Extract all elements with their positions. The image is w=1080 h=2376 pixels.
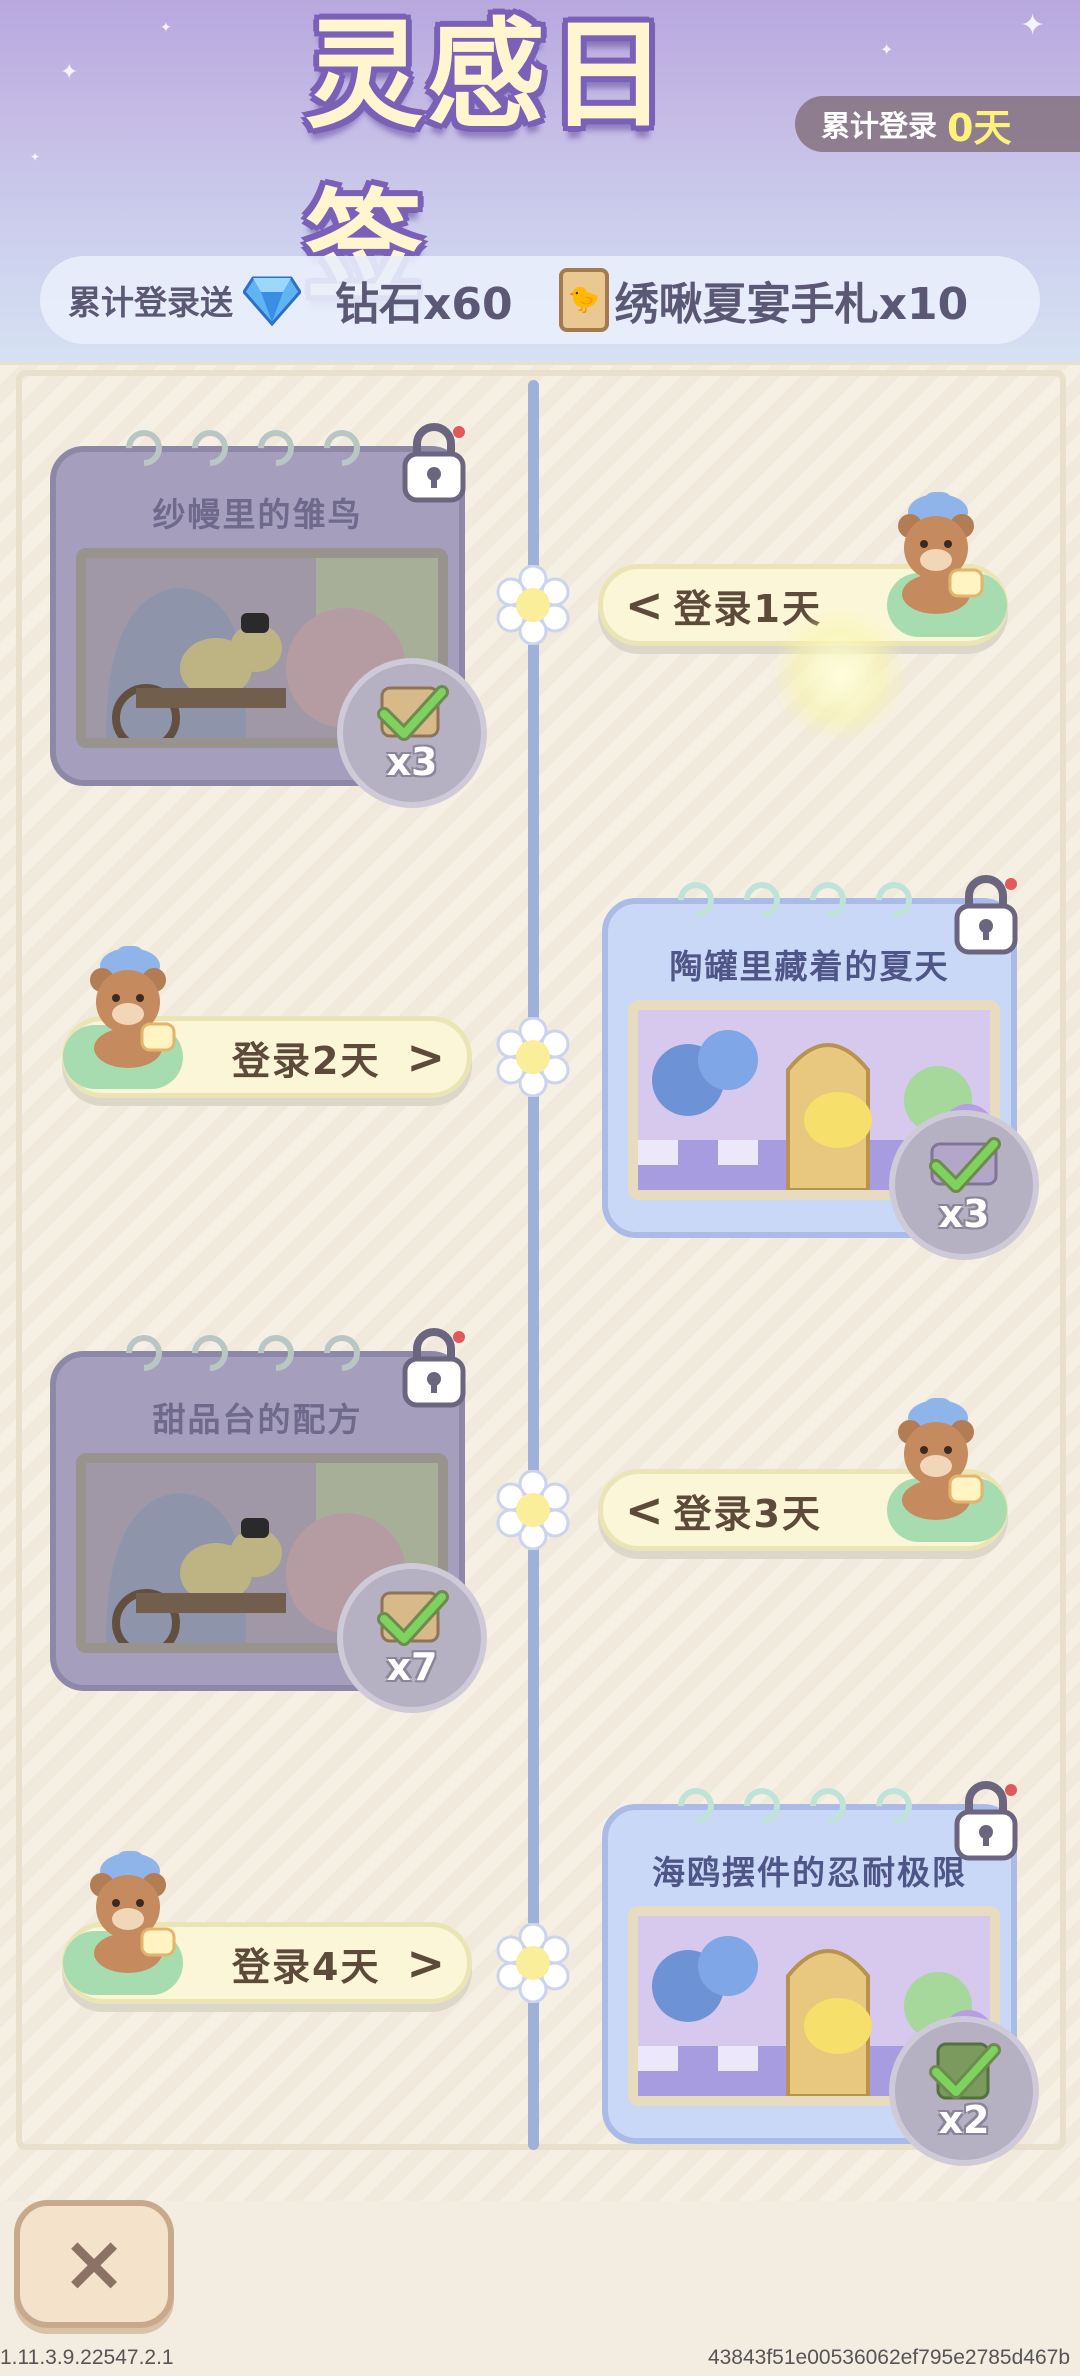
lock-icon: [954, 875, 1018, 955]
day-label: 登录3天: [673, 1491, 822, 1536]
build-hash-text: 43843f51e00536062ef795e2785d467b: [707, 2346, 1070, 2369]
chevron-left-icon: <: [625, 1483, 664, 1537]
reward-badge: x3: [889, 1110, 1039, 1260]
ticket-icon: 🐤: [558, 268, 609, 332]
photo-card-2[interactable]: 陶罐里藏着的夏天 x3: [602, 874, 1039, 1260]
binder-rings: [670, 1780, 920, 1832]
flower-icon: [496, 1017, 570, 1097]
sparkle-icon: ✦: [60, 60, 79, 85]
diamond-icon: [243, 276, 301, 326]
photo-card-1[interactable]: 纱幔里的雏鸟 x3: [50, 422, 487, 808]
binder-rings: [118, 422, 368, 474]
close-button[interactable]: ×: [14, 2200, 174, 2328]
check-icon: [377, 1590, 449, 1646]
bear-icon: [898, 492, 984, 614]
reward-badge: x3: [337, 658, 487, 808]
photo-card-3[interactable]: 甜品台的配方 x7: [50, 1327, 487, 1713]
chevron-left-icon: <: [625, 578, 664, 632]
close-icon: ×: [61, 2219, 127, 2309]
check-icon: [929, 1137, 1001, 1193]
reward-quantity: x3: [386, 740, 438, 784]
sparkle-icon: ✦: [30, 150, 41, 164]
reward-quantity: x7: [386, 1645, 438, 1689]
flower-icon: [496, 1923, 570, 2003]
login-count-label: 累计登录: [821, 109, 938, 143]
lock-icon: [402, 423, 466, 503]
chevron-right-icon: >: [406, 1936, 445, 1990]
bear-icon: [898, 1398, 984, 1520]
cumulative-reward-bar: 累计登录送 钻石x60 🐤 绣啾夏宴手札x10: [40, 256, 1040, 344]
check-icon: [377, 685, 449, 741]
sparkle-glow: [770, 610, 910, 740]
header-banner: ✦ ✦ ✦ ✦ ✦ ✦ 灵感日签 累计登录 0天 累计登录送 钻石x60 🐤 绣…: [0, 0, 1080, 362]
binder-rings: [670, 874, 920, 926]
sparkle-icon: ✦: [160, 20, 172, 36]
timeline-spine: [528, 380, 539, 2150]
page-title: 灵感日签: [305, 6, 672, 315]
reward-intro: 累计登录送: [68, 283, 233, 322]
lock-icon: [402, 1328, 466, 1408]
reward-ticket: 绣啾夏宴手札x10: [614, 279, 969, 330]
photo-card-4[interactable]: 海鸥摆件的忍耐极限 x2: [602, 1780, 1039, 2166]
flower-icon: [496, 565, 570, 645]
version-text: 1.11.3.9.22547.2.1: [0, 2346, 174, 2369]
reward-badge: x2: [889, 2016, 1039, 2166]
login-count-value: 0天: [947, 105, 1012, 150]
lock-icon: [954, 1781, 1018, 1861]
reward-badge: x7: [337, 1563, 487, 1713]
sparkle-icon: ✦: [880, 40, 894, 59]
bear-icon: [90, 946, 176, 1068]
check-icon: [929, 2042, 1001, 2100]
reward-quantity: x3: [938, 1192, 990, 1236]
reward-diamond: 钻石x60: [335, 279, 513, 330]
flower-icon: [496, 1470, 570, 1550]
sparkle-icon: ✦: [1020, 8, 1046, 43]
day-label: 登录4天: [232, 1944, 381, 1989]
binder-rings: [118, 1327, 368, 1379]
chevron-right-icon: >: [406, 1030, 445, 1084]
reward-quantity: x2: [938, 2098, 990, 2142]
login-count-badge: 累计登录 0天: [795, 96, 1080, 152]
bear-icon: [90, 1851, 176, 1973]
day-label: 登录2天: [232, 1038, 381, 1083]
